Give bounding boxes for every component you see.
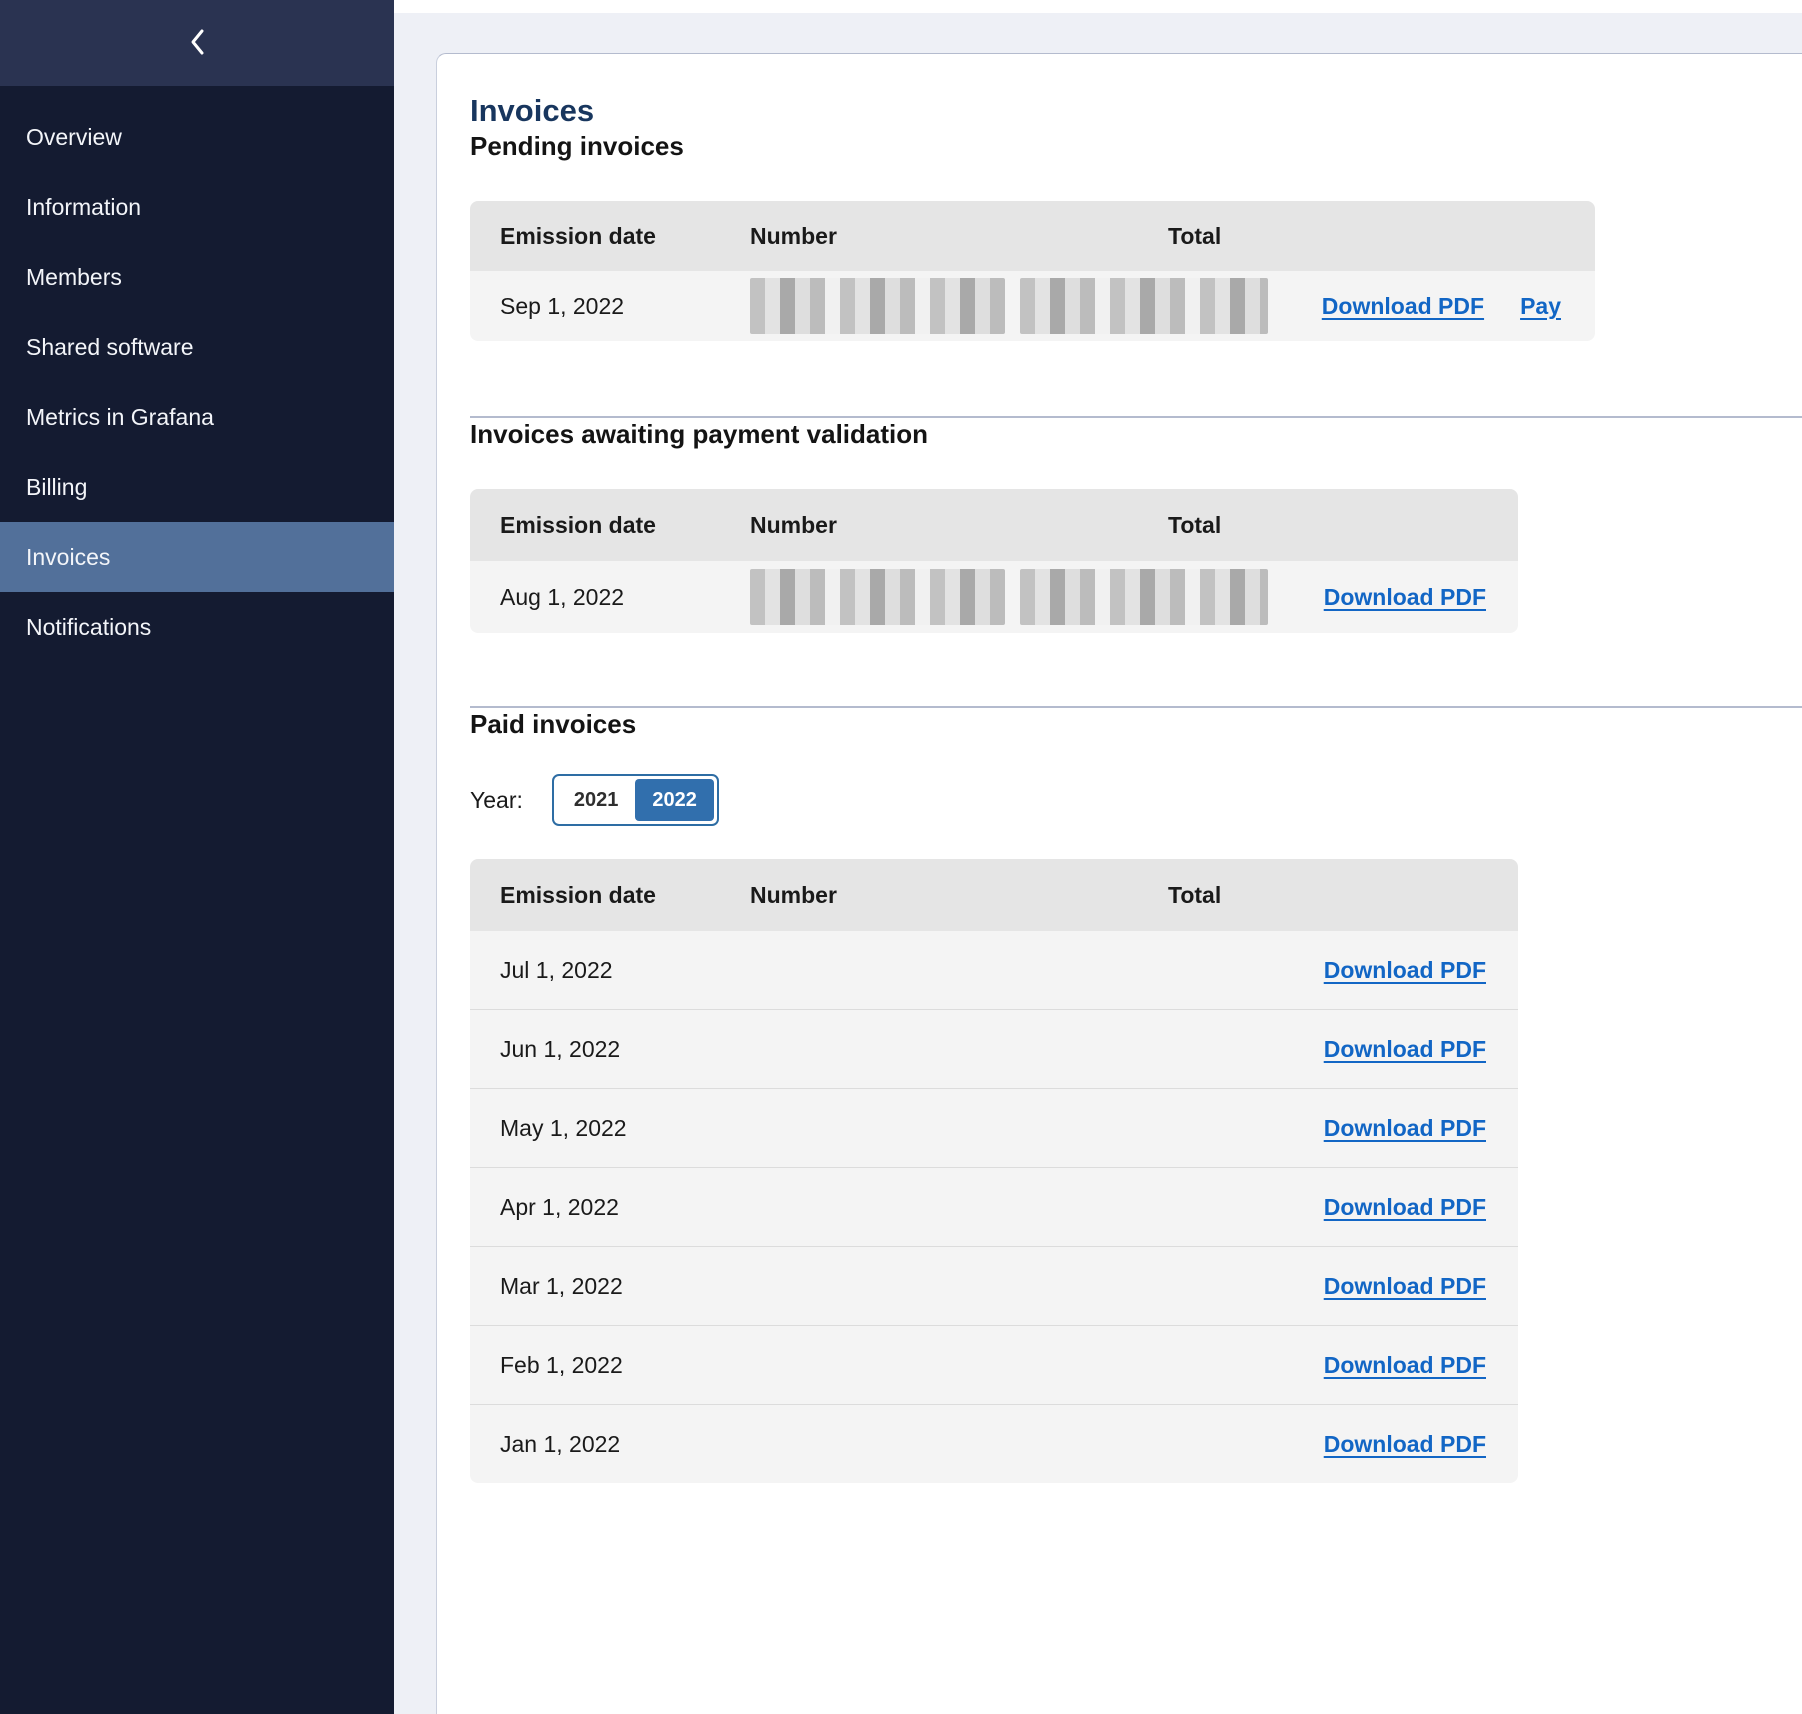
invoice-actions: Download PDF [1270,1115,1518,1142]
column-header-emission-date: Emission date [470,223,750,250]
table-row: Jan 1, 2022 Download PDF [470,1404,1518,1483]
invoices-card: Invoices Pending invoices Emission date … [436,53,1802,1714]
sidebar-item-label: Billing [26,474,87,501]
column-header-number: Number [750,223,1020,250]
invoice-total-cell [1020,278,1270,334]
sidebar-item-label: Metrics in Grafana [26,404,214,431]
sidebar-item-label: Overview [26,124,122,151]
sidebar-item-members[interactable]: Members [0,242,394,312]
awaiting-validation-heading: Invoices awaiting payment validation [470,418,1802,450]
download-pdf-link[interactable]: Download PDF [1324,1115,1486,1142]
invoice-actions: Download PDF [1270,1431,1518,1458]
table-header-row: Emission date Number Total [470,859,1518,931]
table-header-row: Emission date Number Total [470,489,1518,561]
column-header-total: Total [1020,882,1270,909]
redacted-invoice-total [1020,569,1268,625]
download-pdf-link[interactable]: Download PDF [1324,957,1486,984]
collapse-sidebar-button[interactable] [178,21,216,66]
awaiting-invoices-table: Emission date Number Total Aug 1, 2022 D… [470,489,1518,633]
sidebar-item-billing[interactable]: Billing [0,452,394,522]
table-row: Aug 1, 2022 Download PDF [470,561,1518,633]
sidebar-nav: Overview Information Members Shared soft… [0,102,394,662]
sidebar-header [0,0,394,86]
sidebar: Overview Information Members Shared soft… [0,0,394,1714]
download-pdf-link[interactable]: Download PDF [1324,1352,1486,1379]
invoice-total-cell [1020,569,1270,625]
invoice-number-cell [750,569,1020,625]
table-row: Jun 1, 2022 Download PDF [470,1009,1518,1088]
invoice-actions: Download PDF Pay [1270,293,1595,320]
redacted-invoice-number [750,278,1005,334]
download-pdf-link[interactable]: Download PDF [1324,1194,1486,1221]
invoices-page: Overview Information Members Shared soft… [0,0,1802,1714]
column-header-number: Number [750,882,1020,909]
download-pdf-link[interactable]: Download PDF [1324,1036,1486,1063]
column-header-total: Total [1020,223,1270,250]
table-row: May 1, 2022 Download PDF [470,1088,1518,1167]
paid-invoices-table: Emission date Number Total Jul 1, 2022 D… [470,859,1518,1483]
invoice-actions: Download PDF [1270,1273,1518,1300]
column-header-emission-date: Emission date [470,512,750,539]
download-pdf-link[interactable]: Download PDF [1324,1273,1486,1300]
sidebar-item-label: Members [26,264,122,291]
table-row: Sep 1, 2022 Download PDF Pay [470,271,1595,341]
sidebar-item-invoices[interactable]: Invoices [0,522,394,592]
download-pdf-link[interactable]: Download PDF [1324,1431,1486,1458]
year-toggle: 2021 2022 [552,774,719,826]
paid-invoices-heading: Paid invoices [470,708,1802,740]
sidebar-item-label: Information [26,194,141,221]
sidebar-item-label: Invoices [26,544,110,571]
sidebar-item-shared-software[interactable]: Shared software [0,312,394,382]
table-row: Jul 1, 2022 Download PDF [470,931,1518,1009]
sidebar-item-label: Shared software [26,334,193,361]
download-pdf-link[interactable]: Download PDF [1324,584,1486,611]
table-row: Feb 1, 2022 Download PDF [470,1325,1518,1404]
sidebar-item-notifications[interactable]: Notifications [0,592,394,662]
top-strip [394,0,1802,13]
invoice-emission-date: Jun 1, 2022 [470,1036,750,1063]
pending-invoices-table: Emission date Number Total Sep 1, 2022 D… [470,201,1595,341]
column-header-total: Total [1020,512,1270,539]
invoice-emission-date: Apr 1, 2022 [470,1194,750,1221]
invoice-actions: Download PDF [1270,1036,1518,1063]
table-header-row: Emission date Number Total [470,201,1595,271]
redacted-invoice-total [1020,278,1268,334]
redacted-invoice-number [750,569,1005,625]
invoice-number-cell [750,278,1020,334]
pending-invoices-heading: Pending invoices [470,130,1802,162]
invoice-emission-date: Jul 1, 2022 [470,957,750,984]
column-header-emission-date: Emission date [470,882,750,909]
invoice-actions: Download PDF [1270,1194,1518,1221]
invoice-actions: Download PDF [1270,957,1518,984]
sidebar-item-overview[interactable]: Overview [0,102,394,172]
invoice-emission-date: Jan 1, 2022 [470,1431,750,1458]
invoice-emission-date: Sep 1, 2022 [470,293,750,320]
invoice-emission-date: Mar 1, 2022 [470,1273,750,1300]
download-pdf-link[interactable]: Download PDF [1322,293,1484,320]
invoice-actions: Download PDF [1270,584,1518,611]
invoice-actions: Download PDF [1270,1352,1518,1379]
sidebar-item-information[interactable]: Information [0,172,394,242]
main-content: Invoices Pending invoices Emission date … [394,0,1802,1714]
sidebar-item-metrics-in-grafana[interactable]: Metrics in Grafana [0,382,394,452]
table-row: Apr 1, 2022 Download PDF [470,1167,1518,1246]
year-filter: Year: 2021 2022 [470,774,1802,826]
pay-link[interactable]: Pay [1520,293,1561,320]
invoice-emission-date: Aug 1, 2022 [470,584,750,611]
year-option-2021[interactable]: 2021 [557,779,636,821]
invoice-emission-date: Feb 1, 2022 [470,1352,750,1379]
column-header-number: Number [750,512,1020,539]
page-title: Invoices [470,92,1802,130]
year-label: Year: [470,787,523,814]
sidebar-item-label: Notifications [26,614,151,641]
invoice-emission-date: May 1, 2022 [470,1115,750,1142]
year-option-2022[interactable]: 2022 [635,779,714,821]
chevron-left-icon [188,27,206,60]
table-row: Mar 1, 2022 Download PDF [470,1246,1518,1325]
